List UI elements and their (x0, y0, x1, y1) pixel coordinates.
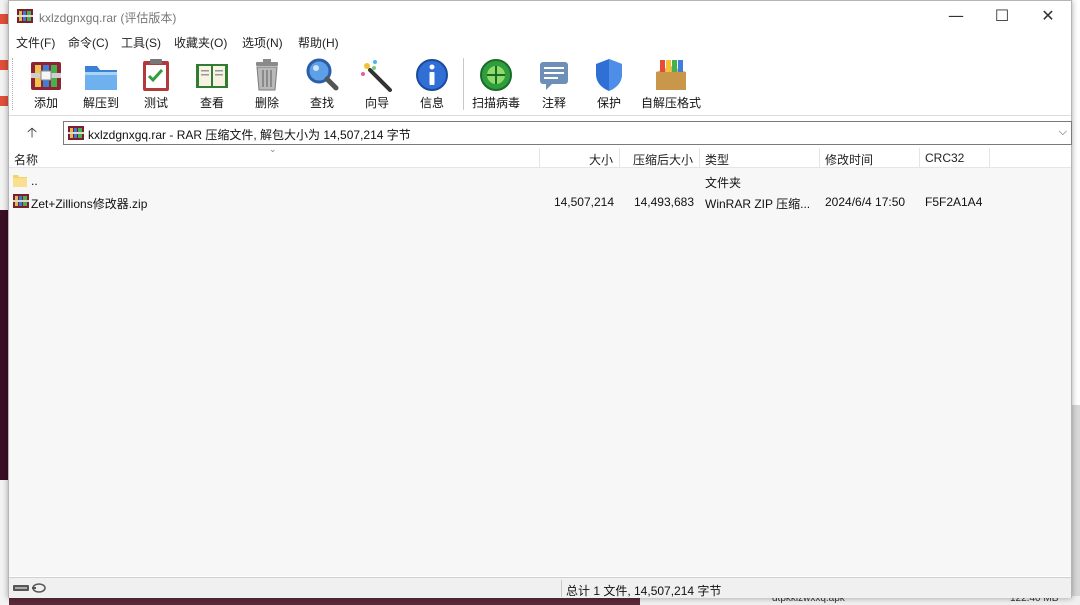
column-divider[interactable] (989, 148, 990, 168)
wizard-label: 向导 (364, 96, 389, 110)
scan-virus-button[interactable]: 扫描病毒 (468, 52, 524, 114)
row-modified: 2024/6/4 17:50 (825, 195, 906, 209)
info-button[interactable]: 信息 (404, 52, 460, 114)
trash-icon (256, 59, 278, 91)
sfx-button[interactable]: 自解压格式 (636, 52, 706, 114)
column-modified[interactable]: 修改时间 (825, 151, 873, 168)
view-book-icon (196, 64, 228, 88)
delete-button[interactable]: 删除 (239, 52, 295, 114)
winrar-window: kxlzdgnxgq.rar (评估版本) — ☐ ✕ 文件(F) 命令(C) … (8, 0, 1072, 598)
row-name: .. (31, 174, 38, 188)
shield-icon (596, 59, 622, 91)
sfx-box-icon (656, 60, 686, 90)
column-crc32[interactable]: CRC32 (925, 151, 964, 165)
scan-virus-label: 扫描病毒 (471, 96, 520, 110)
address-bar: 🡡 kxlzdgnxgq.rar - RAR 压缩文件, 解包大小为 14,50… (9, 119, 1072, 147)
column-divider[interactable] (919, 148, 920, 168)
list-background-columns (539, 168, 1071, 576)
folder-icon (13, 175, 27, 187)
chevron-down-icon[interactable]: ⌵ (1059, 125, 1067, 139)
menu-bar: 文件(F) 命令(C) 工具(S) 收藏夹(O) 选项(N) 帮助(H) (9, 31, 1071, 51)
extract-folder-icon (85, 66, 117, 90)
column-type[interactable]: 类型 (705, 151, 729, 168)
close-button[interactable]: ✕ (1025, 1, 1071, 31)
menu-help[interactable]: 帮助(H) (298, 34, 339, 51)
comment-label: 注释 (541, 96, 566, 110)
extract-to-button[interactable]: 解压到 (73, 52, 129, 114)
row-type: WinRAR ZIP 压缩... (705, 197, 811, 211)
toolbar-grip (12, 58, 15, 110)
up-one-level-button[interactable]: 🡡 (19, 122, 45, 144)
column-packed-size[interactable]: 压缩后大小 (633, 151, 693, 168)
test-label: 测试 (143, 96, 168, 110)
winrar-archive-icon (68, 126, 84, 140)
test-button[interactable]: 测试 (128, 52, 184, 114)
status-divider (561, 580, 562, 597)
maximize-button[interactable]: ☐ (979, 1, 1025, 31)
add-label: 添加 (33, 96, 58, 110)
menu-options[interactable]: 选项(N) (242, 34, 283, 51)
toolbar: 添加 解压到 测试 查看 删除 查找 向导 信息 扫描病毒 注释 保护 自解压格… (9, 52, 1071, 116)
menu-file[interactable]: 文件(F) (16, 34, 55, 51)
list-background (9, 168, 539, 576)
column-name[interactable]: 名称 (14, 151, 38, 168)
find-label: 查找 (309, 96, 334, 110)
sfx-label: 自解压格式 (640, 96, 701, 110)
virus-scan-icon (480, 59, 512, 91)
row-size: 14,507,214 (553, 195, 614, 209)
file-list: 名称 ⌄ 大小 压缩后大小 类型 修改时间 CRC32 .. 文件夹 Zet+Z… (9, 145, 1071, 576)
sort-indicator-icon: ⌄ (269, 145, 277, 155)
row-name: Zet+Zillions修改器.zip (31, 197, 148, 211)
column-divider[interactable] (539, 148, 540, 168)
comment-icon (540, 62, 568, 90)
test-clipboard-icon (143, 59, 169, 91)
column-divider[interactable] (819, 148, 820, 168)
row-type: 文件夹 (705, 176, 742, 190)
row-crc32: F5F2A1A4 (925, 195, 983, 209)
winrar-zip-icon (13, 194, 29, 208)
column-header: 名称 ⌄ 大小 压缩后大小 类型 修改时间 CRC32 (9, 145, 1071, 168)
table-row-file[interactable]: Zet+Zillions修改器.zip 14,507,214 14,493,68… (9, 191, 1071, 213)
info-icon (416, 59, 448, 91)
comment-button[interactable]: 注释 (526, 52, 582, 114)
view-label: 查看 (199, 96, 224, 110)
menu-tools[interactable]: 工具(S) (121, 34, 161, 51)
title-bar: kxlzdgnxgq.rar (评估版本) — ☐ ✕ (9, 1, 1071, 31)
menu-commands[interactable]: 命令(C) (68, 34, 109, 51)
protect-button[interactable]: 保护 (581, 52, 637, 114)
row-packed-size: 14,493,683 (633, 195, 694, 209)
magnifier-icon (306, 58, 339, 91)
protect-label: 保护 (596, 96, 621, 110)
drive-status-icon[interactable] (13, 582, 49, 594)
toolbar-separator (463, 58, 464, 110)
minimize-button[interactable]: — (933, 1, 979, 31)
table-row-parent-folder[interactable]: .. 文件夹 (9, 170, 1071, 192)
view-button[interactable]: 查看 (184, 52, 240, 114)
address-field[interactable]: kxlzdgnxgq.rar - RAR 压缩文件, 解包大小为 14,507,… (63, 121, 1072, 145)
extract-to-label: 解压到 (82, 96, 119, 110)
archive-add-icon (31, 62, 61, 90)
winrar-app-icon (17, 9, 33, 23)
status-summary: 总计 1 文件, 14,507,214 字节 (566, 584, 722, 598)
find-button[interactable]: 查找 (294, 52, 350, 114)
window-title: kxlzdgnxgq.rar (评估版本) (39, 11, 177, 25)
address-path: kxlzdgnxgq.rar - RAR 压缩文件, 解包大小为 14,507,… (88, 128, 411, 142)
column-divider[interactable] (699, 148, 700, 168)
wand-icon (361, 60, 392, 92)
wizard-button[interactable]: 向导 (349, 52, 405, 114)
info-label: 信息 (419, 96, 444, 110)
status-bar: 总计 1 文件, 14,507,214 字节 (9, 577, 1071, 598)
column-size[interactable]: 大小 (589, 151, 613, 168)
menu-favorites[interactable]: 收藏夹(O) (174, 34, 227, 51)
add-button[interactable]: 添加 (18, 52, 74, 114)
delete-label: 删除 (254, 96, 279, 110)
column-divider[interactable] (619, 148, 620, 168)
